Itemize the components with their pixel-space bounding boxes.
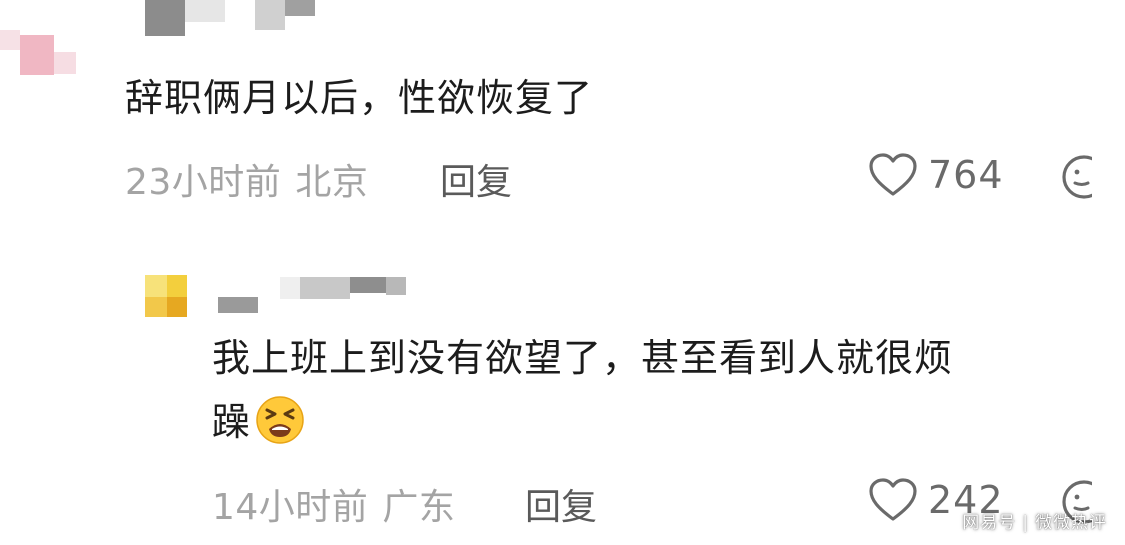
comment1-time: 23小时前: [125, 162, 282, 203]
comment1-location: 北京: [295, 162, 369, 203]
comment1-like-button[interactable]: 764: [868, 150, 1004, 200]
watermark-account: 微微热评: [1035, 513, 1107, 533]
comment2-avatar-blurred[interactable]: [145, 275, 187, 317]
comment1-reply-button[interactable]: 回复: [440, 153, 512, 205]
comment2-username-blurred[interactable]: [218, 275, 408, 315]
tired-face-emoji: [255, 395, 305, 445]
comment2: 我上班上到没有欲望了，甚至看到人就很烦 躁: [212, 328, 1084, 458]
comment2-location: 广东: [382, 487, 456, 528]
comment2-meta: 14小时前 广东: [212, 478, 455, 530]
comment1-meta: 23小时前 北京: [125, 153, 368, 205]
comment1-comment-icon[interactable]: [1058, 152, 1092, 202]
heart-icon: [869, 153, 917, 196]
comment2-time: 14小时前: [212, 487, 369, 528]
comment2-text-line2-content: 躁: [212, 400, 252, 444]
comment1-username-blurred[interactable]: [145, 0, 315, 40]
comment1-avatar-blurred[interactable]: [0, 0, 80, 80]
comment1-like-count: 764: [928, 153, 1004, 197]
heart-icon: [869, 478, 917, 521]
comment2-text-line2: 躁: [212, 392, 305, 452]
comment1-text: 辞职俩月以后，性欲恢复了: [125, 76, 594, 120]
comment2-reply-button[interactable]: 回复: [525, 478, 597, 530]
watermark-separator: |: [1022, 513, 1029, 533]
watermark: 网易号 | 微微热评: [962, 508, 1107, 533]
comment2-text-line1: 我上班上到没有欲望了，甚至看到人就很烦: [212, 336, 954, 380]
watermark-source: 网易号: [962, 513, 1017, 533]
